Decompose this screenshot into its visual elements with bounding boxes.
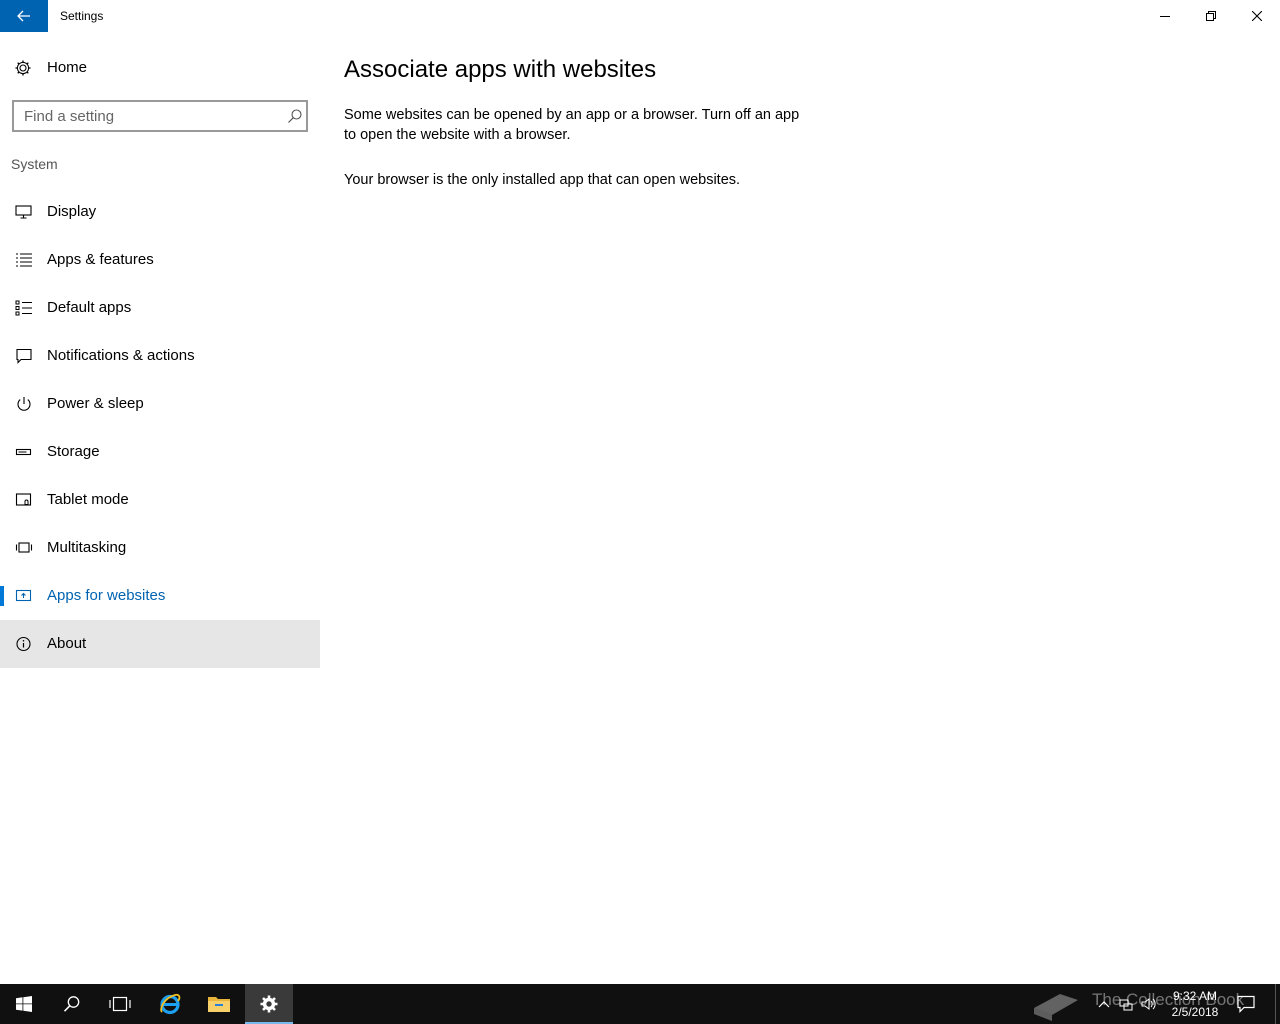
restore-icon	[1206, 11, 1216, 21]
section-label-system: System	[11, 156, 58, 172]
home-label: Home	[47, 59, 88, 76]
sidebar-item-label: About	[47, 635, 87, 652]
close-icon	[1252, 11, 1262, 21]
sidebar-item-multitasking[interactable]: Multitasking	[0, 524, 320, 572]
chevron-up-icon[interactable]	[1096, 996, 1112, 1012]
clock-time: 9:32 AM	[1172, 989, 1218, 1003]
search-input[interactable]	[24, 107, 279, 125]
sidebar-item-label: Notifications & actions	[47, 347, 195, 364]
file-explorer-button[interactable]	[195, 984, 243, 1024]
home-nav-item[interactable]: Home	[0, 46, 320, 90]
folder-icon	[208, 997, 230, 1012]
sidebar: Home System Display Apps & features Defa…	[0, 32, 320, 984]
volume-icon[interactable]	[1141, 996, 1157, 1012]
sidebar-item-apps-features[interactable]: Apps & features	[0, 236, 320, 284]
info-icon	[16, 636, 31, 652]
gear-icon	[260, 995, 278, 1013]
taskbar: The Collection Book 9:32 AM 2/5/2018	[0, 984, 1280, 1024]
sidebar-item-storage[interactable]: Storage	[0, 428, 320, 476]
settings-taskbar-button[interactable]	[245, 984, 293, 1024]
display-icon	[15, 205, 32, 219]
task-view-icon	[109, 996, 131, 1012]
search-box[interactable]	[12, 100, 308, 132]
action-center-icon[interactable]	[1236, 995, 1256, 1013]
sidebar-item-notifications[interactable]: Notifications & actions	[0, 332, 320, 380]
message-icon	[16, 348, 32, 364]
sidebar-item-label: Apps for websites	[47, 587, 166, 604]
show-desktop-button[interactable]	[1275, 984, 1280, 1024]
sidebar-item-label: Default apps	[47, 299, 132, 316]
search-icon	[63, 996, 80, 1012]
page-title: Associate apps with websites	[344, 56, 657, 83]
windows-logo-icon	[16, 996, 32, 1012]
minimize-button[interactable]	[1142, 0, 1188, 32]
list-icon	[16, 253, 32, 267]
close-button[interactable]	[1234, 0, 1280, 32]
window-title: Settings	[60, 9, 104, 23]
internet-explorer-button[interactable]	[146, 984, 194, 1024]
internet-explorer-icon	[160, 993, 181, 1015]
search-icon[interactable]	[287, 108, 303, 124]
page-description: Some websites can be opened by an app or…	[344, 107, 800, 143]
default-apps-icon	[15, 300, 32, 316]
sidebar-item-label: Storage	[47, 443, 100, 460]
title-bar: Settings	[0, 0, 1280, 32]
selection-indicator	[0, 586, 4, 606]
sidebar-item-about[interactable]: About	[0, 620, 320, 668]
sidebar-item-power-sleep[interactable]: Power & sleep	[0, 380, 320, 428]
info-text: Your browser is the only installed app t…	[344, 172, 741, 188]
sidebar-item-label: Apps & features	[47, 251, 154, 268]
back-button[interactable]	[0, 0, 48, 32]
sidebar-item-display[interactable]: Display	[0, 188, 320, 236]
sidebar-item-tablet-mode[interactable]: Tablet mode	[0, 476, 320, 524]
tablet-icon	[15, 493, 32, 506]
sidebar-item-label: Display	[47, 203, 97, 220]
start-button[interactable]	[0, 984, 48, 1024]
web-app-icon	[15, 589, 32, 602]
sidebar-item-label: Tablet mode	[47, 491, 129, 508]
task-view-button[interactable]	[96, 984, 144, 1024]
clock-date: 2/5/2018	[1171, 1005, 1219, 1019]
power-icon	[17, 397, 31, 411]
sidebar-item-label: Power & sleep	[47, 395, 144, 412]
gear-icon	[15, 60, 31, 76]
minimize-icon	[1160, 16, 1170, 17]
storage-icon	[15, 448, 32, 456]
sidebar-item-default-apps[interactable]: Default apps	[0, 284, 320, 332]
sidebar-item-label: Multitasking	[47, 539, 127, 556]
sidebar-item-apps-for-websites[interactable]: Apps for websites	[0, 572, 320, 620]
back-arrow-icon	[17, 10, 30, 22]
multitasking-icon	[15, 542, 33, 553]
network-icon[interactable]	[1118, 996, 1134, 1012]
nav-list: Display Apps & features Default apps Not…	[0, 188, 320, 668]
book-icon	[1034, 994, 1078, 1021]
restore-button[interactable]	[1188, 0, 1234, 32]
clock[interactable]: 9:32 AM 2/5/2018	[1166, 988, 1224, 1020]
search-taskbar-button[interactable]	[48, 984, 96, 1024]
